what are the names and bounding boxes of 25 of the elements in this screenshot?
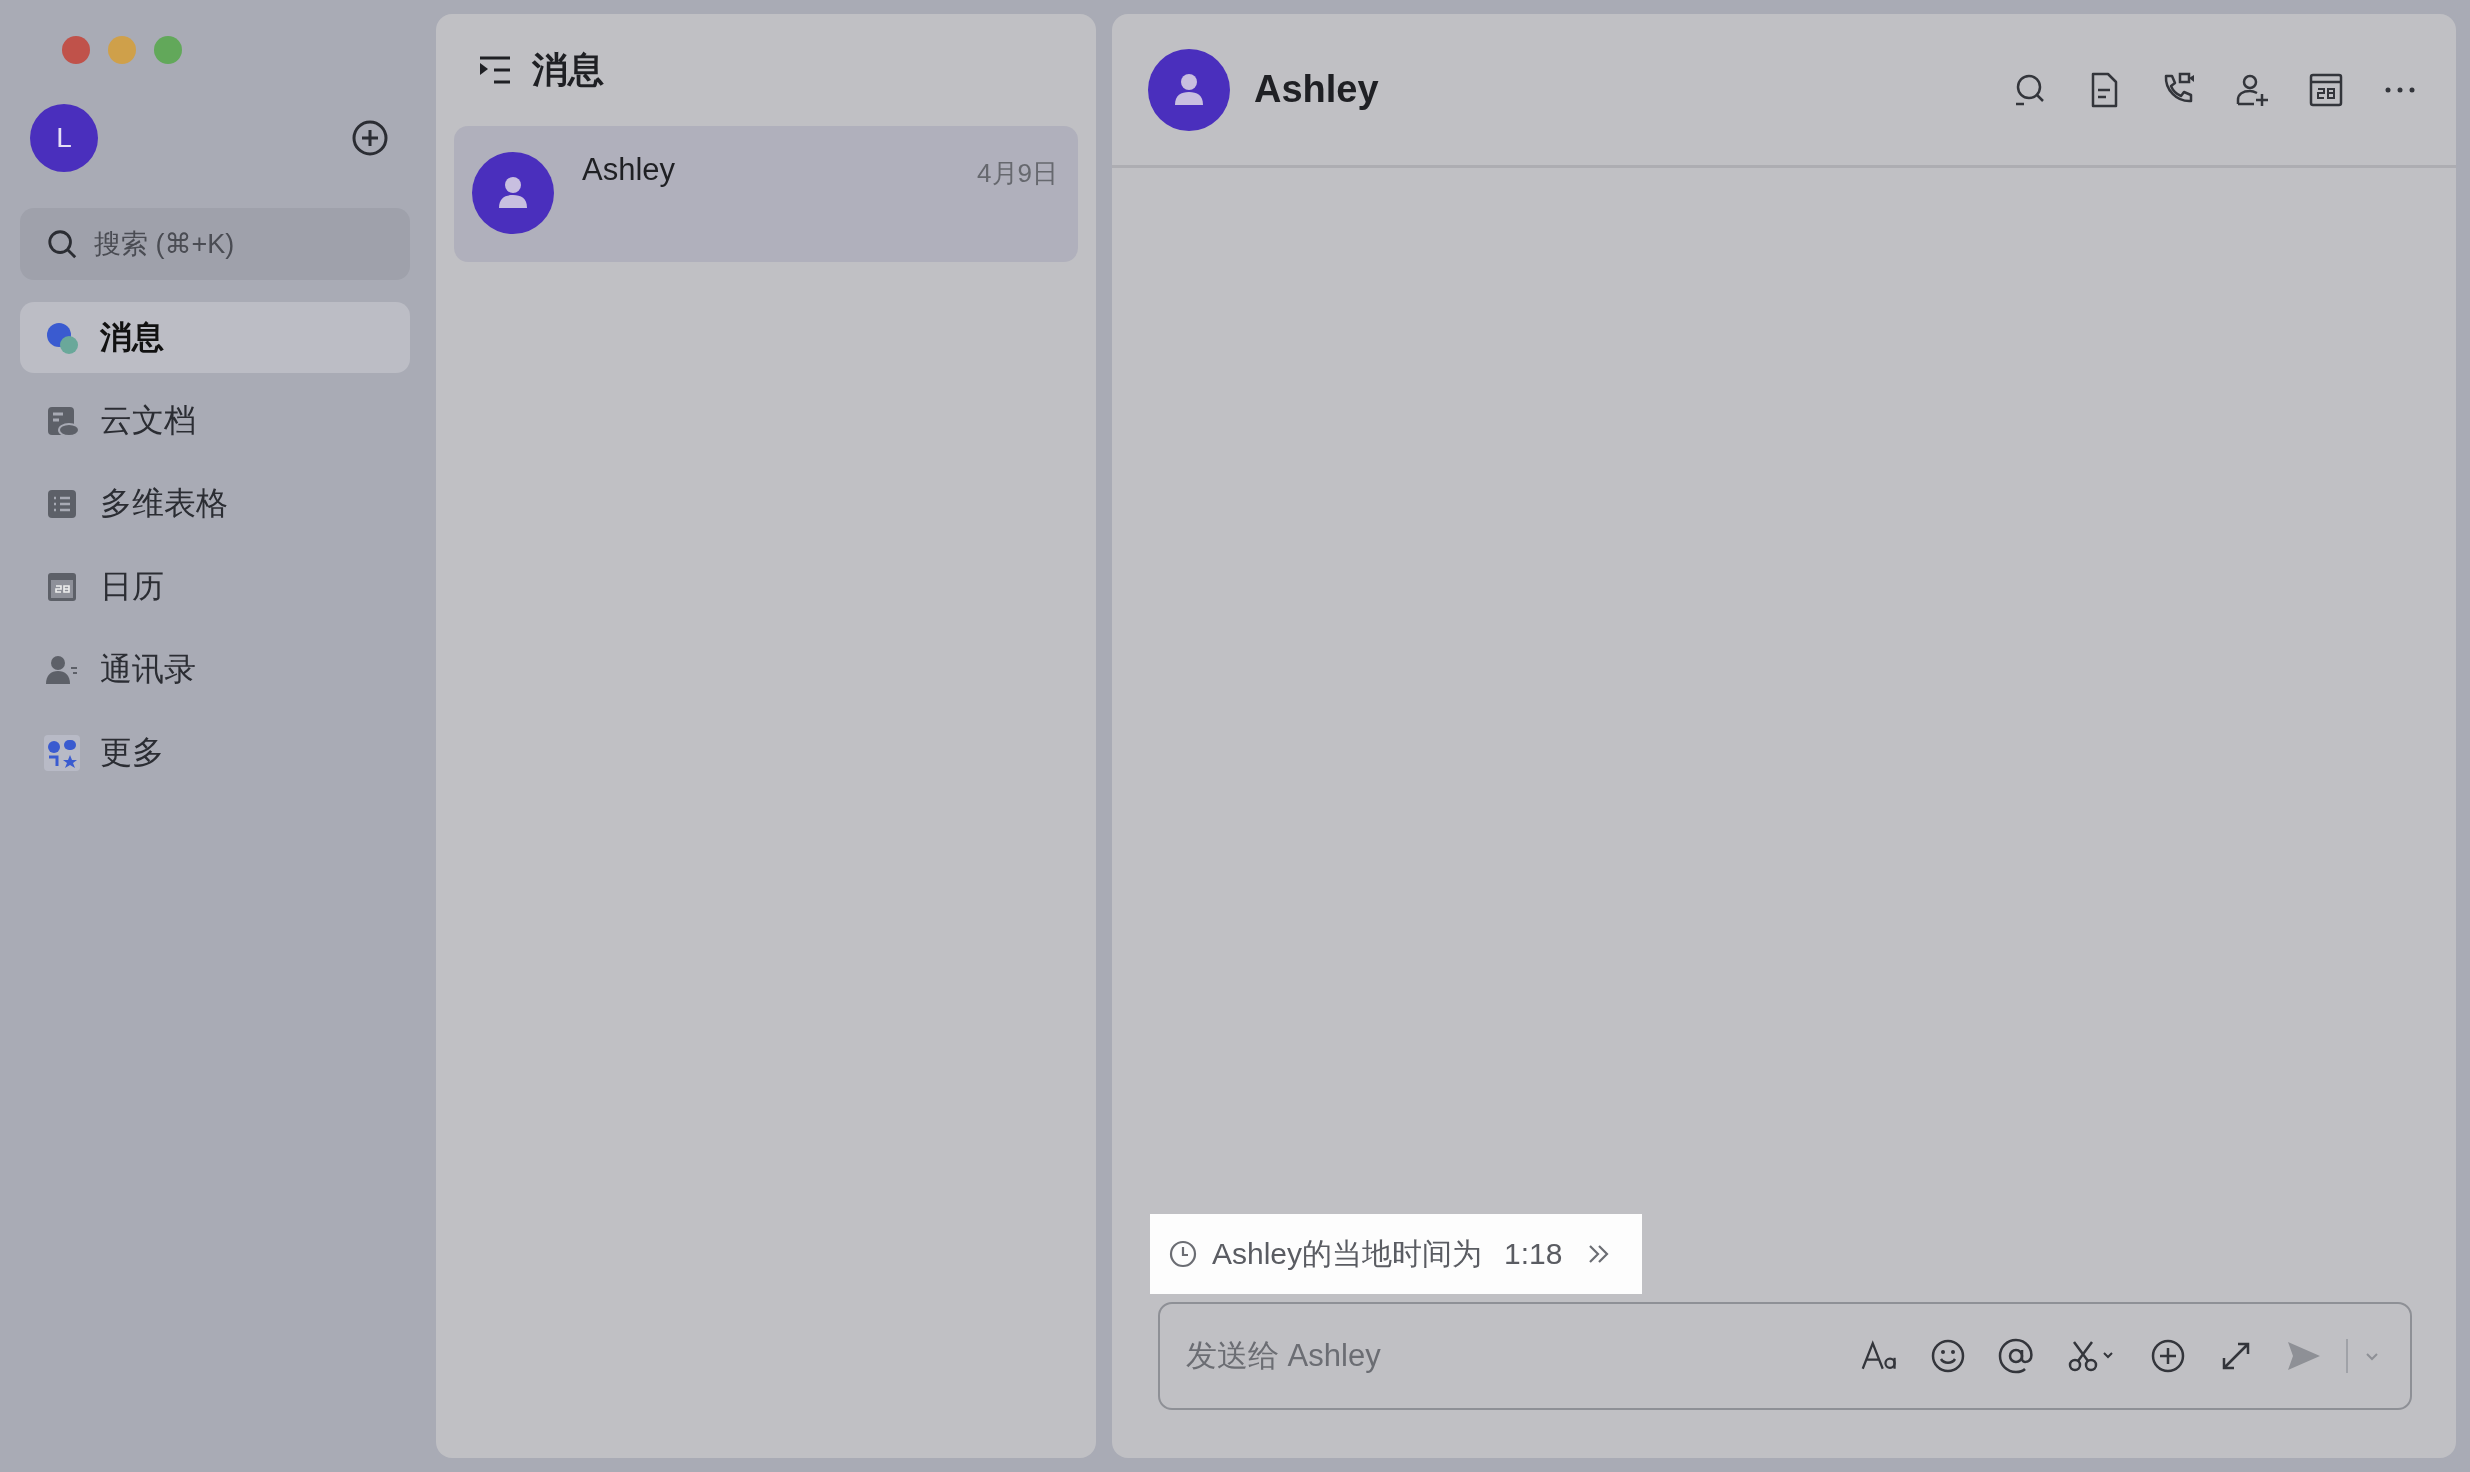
nav-item[interactable]: 更多 — [20, 717, 410, 788]
user-avatar[interactable]: L — [30, 104, 98, 172]
nav-item[interactable]: 多维表格 — [20, 468, 410, 539]
panel-title: 消息 — [532, 47, 604, 92]
apps-grid-icon — [44, 734, 80, 771]
nav-item[interactable]: 通讯录 — [20, 634, 410, 705]
nav-item[interactable]: 日历 — [20, 551, 410, 622]
clock-icon — [1168, 1239, 1198, 1269]
chat-title: Ashley — [1254, 68, 1379, 111]
nav-item[interactable]: 云文档 — [20, 385, 410, 456]
mention-icon[interactable] — [1996, 1336, 2036, 1376]
local-time-label: Ashley的当地时间为 — [1212, 1235, 1483, 1272]
nav-item[interactable]: 消息 — [20, 302, 410, 373]
sidebar-toggle-icon[interactable] — [478, 55, 512, 85]
local-time-banner[interactable]: Ashley的当地时间为 1:18 — [1150, 1214, 1643, 1294]
avatar-icon — [472, 152, 554, 234]
add-icon[interactable] — [350, 118, 390, 158]
search-field[interactable]: 搜索 (⌘+K) — [20, 208, 410, 280]
avatar-icon — [1148, 48, 1230, 131]
local-time-value: 1:18 — [1504, 1237, 1563, 1271]
conversation-item[interactable]: Ashley 4月9日 — [454, 126, 1078, 262]
contact-name: Ashley — [582, 152, 676, 188]
search-icon — [46, 228, 78, 260]
message-date: 4月9日 — [977, 157, 1058, 190]
message-input-field[interactable]: 发送给 Ashley — [1158, 1302, 2412, 1410]
